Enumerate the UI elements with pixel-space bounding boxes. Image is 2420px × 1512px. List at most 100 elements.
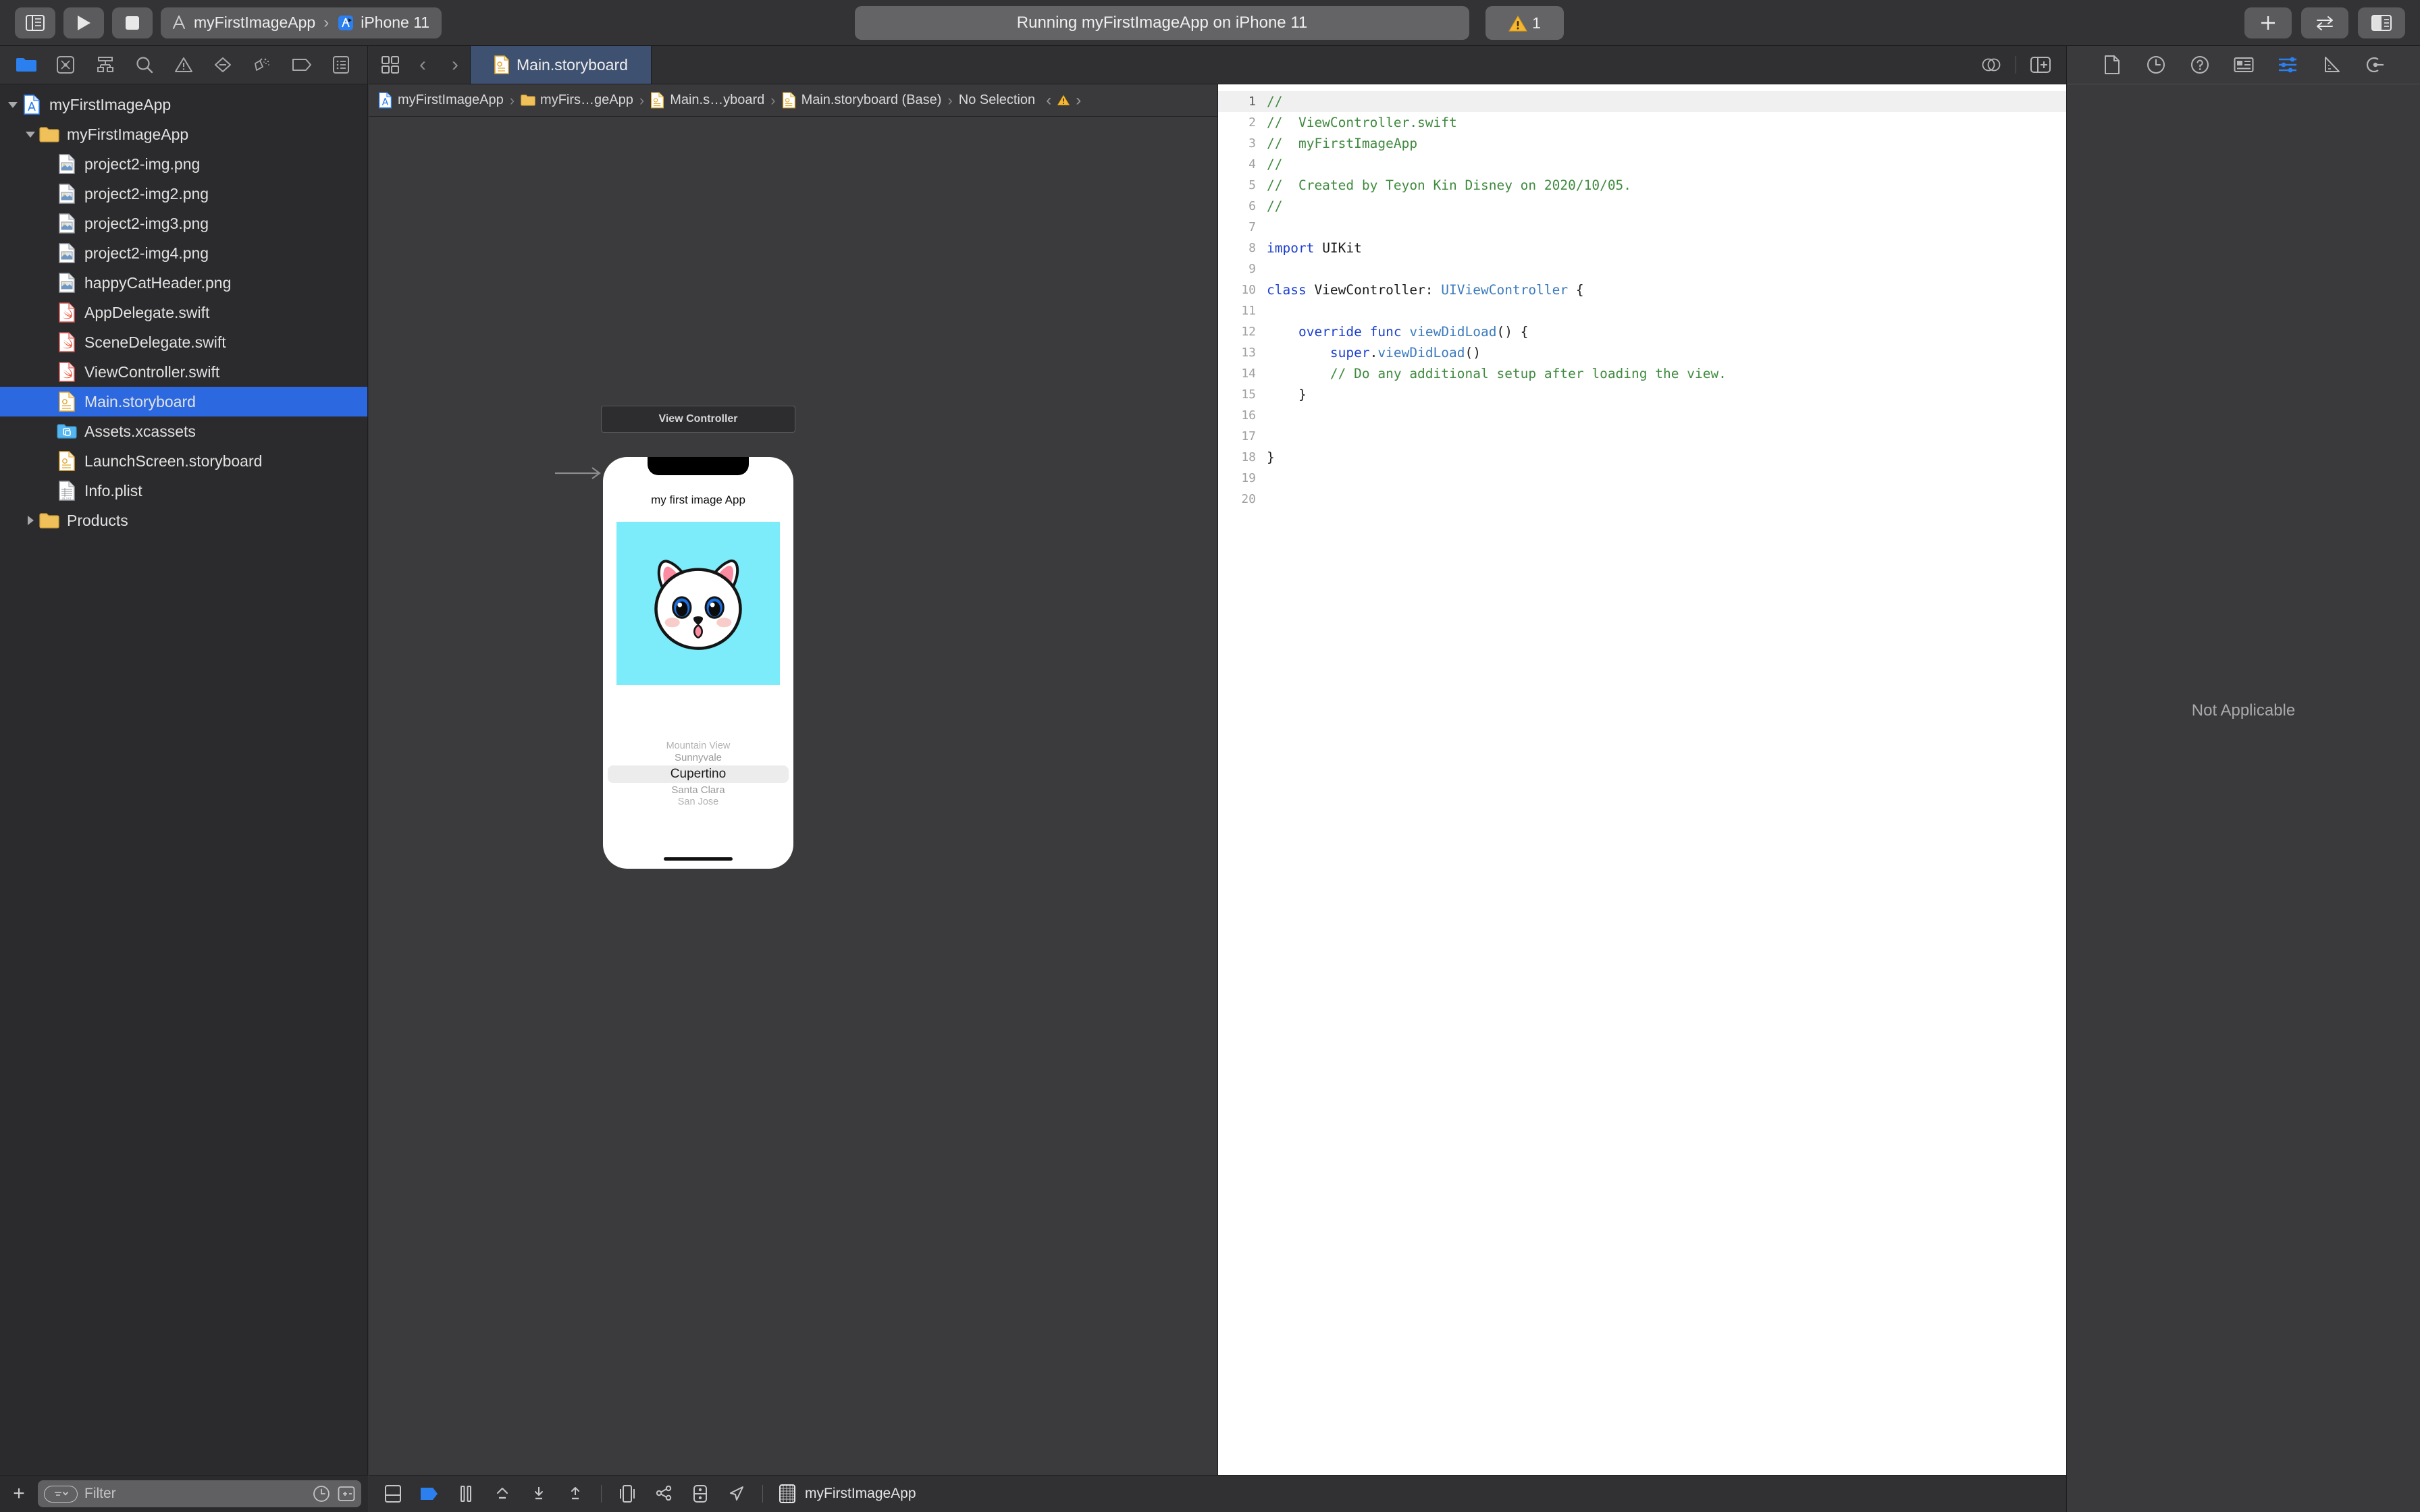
step-into-icon[interactable] xyxy=(528,1483,550,1505)
nav-tab-test-navigator[interactable] xyxy=(211,53,234,76)
nav-tab-report-navigator[interactable] xyxy=(330,53,352,76)
navigator-row-myfirstimageapp[interactable]: myFirstImageApp xyxy=(0,90,367,119)
nav-tab-project-navigator[interactable] xyxy=(15,53,38,76)
warning-triangle-icon[interactable] xyxy=(1057,94,1070,107)
step-out-icon[interactable] xyxy=(564,1483,586,1505)
navigator-row-launchscreen-storyboard[interactable]: LaunchScreen.storyboard xyxy=(0,446,367,476)
editor-tab-main-storyboard[interactable]: Main.storyboard xyxy=(470,46,652,84)
related-items-icon[interactable] xyxy=(375,50,405,80)
code-line-3[interactable]: 3 // myFirstImageApp xyxy=(1218,133,2066,154)
editor-forward-button[interactable]: › xyxy=(440,50,470,80)
inspector-toggle-button[interactable] xyxy=(2358,7,2405,38)
nav-tab-source-control-navigator[interactable] xyxy=(54,53,77,76)
picker-row-4[interactable]: San Jose xyxy=(603,796,793,808)
disclosure-right-icon[interactable] xyxy=(22,515,39,526)
code-line-5[interactable]: 5 // Created by Teyon Kin Disney on 2020/… xyxy=(1218,175,2066,196)
code-line-6[interactable]: 6 // xyxy=(1218,196,2066,217)
code-line-14[interactable]: 14 // Do any additional setup after load… xyxy=(1218,363,2066,384)
project-navigator-tree[interactable]: myFirstImageApp myFirstImageApp project2-i… xyxy=(0,84,367,1475)
toggle-debug-area-icon[interactable] xyxy=(382,1483,404,1505)
navigator-row-products[interactable]: Products xyxy=(0,506,367,535)
storyboard-canvas[interactable]: View Controller my first image App Mount… xyxy=(369,117,1217,1475)
picker-row-0[interactable]: Mountain View xyxy=(603,740,793,752)
run-button[interactable] xyxy=(63,7,104,38)
code-line-7[interactable]: 7 xyxy=(1218,217,2066,238)
view-controller-preview[interactable]: my first image App Mountain View Sunnyva… xyxy=(603,457,793,869)
navigator-row-project2-img-png[interactable]: project2-img.png xyxy=(0,149,367,179)
picker-row-1[interactable]: Sunnyvale xyxy=(603,752,793,764)
nav-tab-symbol-navigator[interactable] xyxy=(94,53,117,76)
picker-row-3[interactable]: Santa Clara xyxy=(603,784,793,796)
breakpoints-toggle-icon[interactable] xyxy=(419,1483,440,1505)
nav-tab-issue-navigator[interactable] xyxy=(172,53,195,76)
navigator-row-appdelegate-swift[interactable]: AppDelegate.swift xyxy=(0,298,367,327)
inspector-tab-quick-help-inspector[interactable] xyxy=(2188,53,2211,76)
code-line-17[interactable]: 17 xyxy=(1218,426,2066,447)
city-picker-view[interactable]: Mountain View Sunnyvale Cupertino Santa Cla… xyxy=(603,740,793,808)
add-button[interactable] xyxy=(2244,7,2292,38)
inspector-tab-history-inspector[interactable] xyxy=(2145,53,2167,76)
filter-field[interactable]: Filter xyxy=(38,1480,361,1507)
stop-button[interactable] xyxy=(112,7,153,38)
navigator-row-main-storyboard[interactable]: Main.storyboard xyxy=(0,387,367,416)
inspector-tab-size-inspector[interactable] xyxy=(2320,53,2343,76)
navigator-row-scenedelegate-swift[interactable]: SceneDelegate.swift xyxy=(0,327,367,357)
navigator-row-assets-xcassets[interactable]: Assets.xcassets xyxy=(0,416,367,446)
inspector-tab-connections-inspector[interactable] xyxy=(2364,53,2387,76)
code-line-18[interactable]: 18} xyxy=(1218,447,2066,468)
disclosure-down-icon[interactable] xyxy=(4,101,22,109)
view-debugging-icon[interactable] xyxy=(616,1483,638,1505)
navigator-row-happycatheader-png[interactable]: happyCatHeader.png xyxy=(0,268,367,298)
filter-options-icon[interactable] xyxy=(44,1485,78,1503)
picker-row-2[interactable]: Cupertino xyxy=(608,765,789,784)
code-line-9[interactable]: 9 xyxy=(1218,259,2066,279)
navigator-row-viewcontroller-swift[interactable]: ViewController.swift xyxy=(0,357,367,387)
navigator-row-project2-img3-png[interactable]: project2-img3.png xyxy=(0,209,367,238)
jump-bar[interactable]: myFirstImageApp › myFirs…geApp › Main.s…yboa… xyxy=(369,84,1217,117)
code-line-4[interactable]: 4 // xyxy=(1218,154,2066,175)
add-editor-icon[interactable] xyxy=(2026,50,2055,80)
code-line-12[interactable]: 12 override func viewDidLoad() { xyxy=(1218,321,2066,342)
code-line-16[interactable]: 16 xyxy=(1218,405,2066,426)
add-file-button[interactable]: + xyxy=(7,1484,31,1504)
scheme-selector[interactable]: myFirstImageApp › iPhone 11 xyxy=(161,7,442,38)
plus-minus-icon[interactable] xyxy=(338,1486,355,1502)
nav-tab-find-navigator[interactable] xyxy=(133,53,156,76)
disclosure-down-icon[interactable] xyxy=(22,130,39,138)
code-line-8[interactable]: 8 import UIKit xyxy=(1218,238,2066,259)
warning-indicator[interactable]: 1 xyxy=(1485,6,1564,40)
nav-tab-debug-navigator[interactable] xyxy=(251,53,273,76)
pause-icon[interactable] xyxy=(455,1483,477,1505)
environment-overrides-icon[interactable] xyxy=(689,1483,711,1505)
code-line-13[interactable]: 13 super.viewDidLoad() xyxy=(1218,342,2066,363)
code-line-19[interactable]: 19 xyxy=(1218,468,2066,489)
clock-icon[interactable] xyxy=(313,1485,330,1503)
status-bar[interactable]: Running myFirstImageApp on iPhone 11 xyxy=(855,5,1469,40)
jumpbar-item-0[interactable]: myFirstImageApp xyxy=(378,92,504,109)
editor-back-button[interactable]: ‹ xyxy=(408,50,438,80)
code-line-10[interactable]: 10 class ViewController: UIViewController… xyxy=(1218,279,2066,300)
memory-graph-icon[interactable] xyxy=(653,1483,675,1505)
simulate-location-icon[interactable] xyxy=(726,1483,747,1505)
sidebar-toggle-button[interactable] xyxy=(15,7,55,38)
source-editor-pane[interactable]: 1 // 2 // ViewController.swift 3 // myFirstIm… xyxy=(1218,84,2066,1512)
code-line-2[interactable]: 2 // ViewController.swift xyxy=(1218,112,2066,133)
navigator-row-info-plist[interactable]: PLIST Info.plist xyxy=(0,476,367,506)
inspector-tab-attributes-inspector[interactable] xyxy=(2276,53,2299,76)
code-line-15[interactable]: 15 } xyxy=(1218,384,2066,405)
step-over-icon[interactable] xyxy=(492,1483,513,1505)
code-line-20[interactable]: 20 xyxy=(1218,489,2066,510)
jumpbar-next-issue[interactable]: › xyxy=(1076,91,1081,110)
inspector-tab-file-inspector[interactable] xyxy=(2101,53,2124,76)
debug-process-item[interactable]: myFirstImageApp xyxy=(778,1484,916,1504)
code-line-11[interactable]: 11 xyxy=(1218,300,2066,321)
jumpbar-item-2[interactable]: Main.s…yboard xyxy=(650,92,764,109)
code-review-button[interactable] xyxy=(2301,7,2348,38)
swift-source-code[interactable]: 1 // 2 // ViewController.swift 3 // myFirstIm… xyxy=(1218,84,2066,1512)
jumpbar-item-4[interactable]: No Selection xyxy=(959,92,1035,108)
jumpbar-item-3[interactable]: Main.storyboard (Base) xyxy=(782,92,941,109)
navigator-row-myfirstimageapp[interactable]: myFirstImageApp xyxy=(0,119,367,149)
code-line-1[interactable]: 1 // xyxy=(1218,91,2066,112)
jumpbar-item-1[interactable]: myFirs…geApp xyxy=(521,92,633,109)
nav-tab-breakpoint-navigator[interactable] xyxy=(290,53,313,76)
